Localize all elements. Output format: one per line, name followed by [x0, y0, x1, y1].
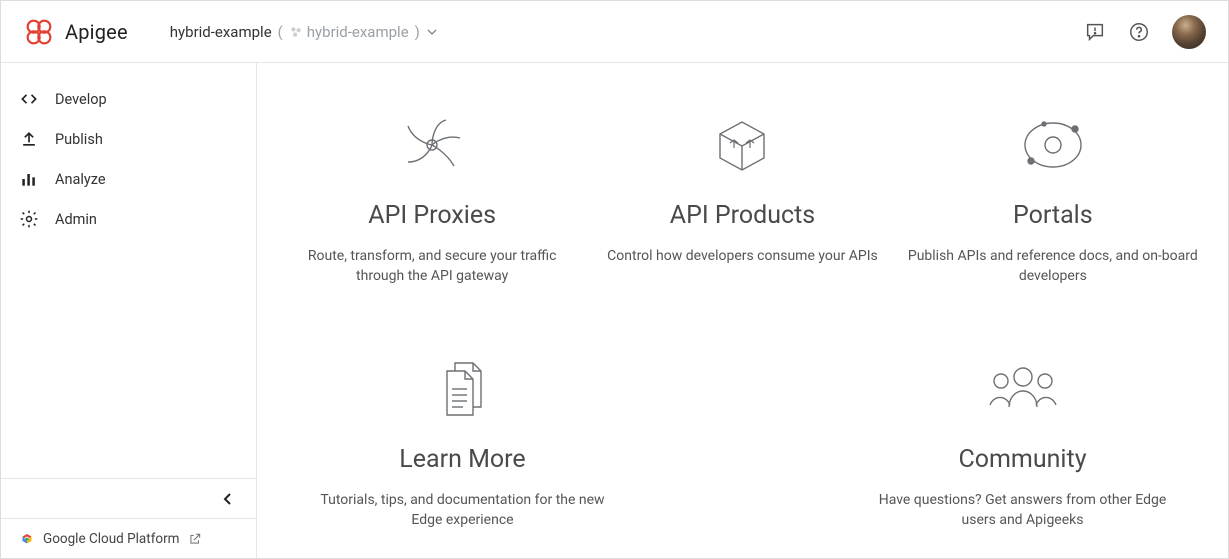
card-desc: Route, transform, and secure your traffi… — [282, 246, 582, 287]
orbit-icon — [903, 109, 1203, 181]
package-icon — [592, 109, 892, 181]
chevron-down-icon — [426, 26, 438, 38]
header-actions — [1084, 15, 1206, 49]
analytics-icon — [19, 169, 39, 189]
org-selector[interactable]: hybrid-example ( hybrid-example ) — [170, 23, 438, 41]
org-chip: hybrid-example — [289, 23, 409, 41]
apigee-logo-icon — [23, 16, 55, 48]
card-community[interactable]: Community Have questions? Get answers fr… — [873, 353, 1173, 531]
gcp-link[interactable]: Google Cloud Platform — [1, 518, 256, 558]
chevron-left-icon — [220, 491, 236, 507]
documents-icon — [313, 353, 613, 425]
card-title: Learn More — [313, 445, 613, 474]
logo[interactable]: Apigee — [23, 16, 128, 48]
sidebar-item-develop[interactable]: Develop — [1, 79, 256, 119]
sidebar-nav: Develop Publish Analyze — [1, 63, 256, 255]
app-window: Apigee hybrid-example ( hybrid-example ) — [0, 0, 1229, 559]
card-api-products[interactable]: API Products Control how developers cons… — [592, 109, 892, 287]
sidebar-item-label: Develop — [55, 91, 107, 108]
card-learn-more[interactable]: Learn More Tutorials, tips, and document… — [313, 353, 613, 531]
sidebar-item-label: Admin — [55, 211, 97, 228]
sidebar: Develop Publish Analyze — [1, 63, 257, 558]
org-chip-icon — [289, 25, 303, 39]
sidebar-item-publish[interactable]: Publish — [1, 119, 256, 159]
card-api-proxies[interactable]: API Proxies Route, transform, and secure… — [282, 109, 582, 287]
gcp-label: Google Cloud Platform — [43, 531, 180, 547]
card-portals[interactable]: Portals Publish APIs and reference docs,… — [903, 109, 1203, 287]
card-title: Portals — [903, 201, 1203, 230]
sidebar-item-label: Publish — [55, 131, 103, 148]
aperture-icon — [282, 109, 582, 181]
card-desc: Have questions? Get answers from other E… — [873, 490, 1173, 531]
sidebar-collapse-button[interactable] — [1, 478, 256, 518]
cards-row-2: Learn More Tutorials, tips, and document… — [277, 353, 1208, 531]
card-desc: Publish APIs and reference docs, and on-… — [903, 246, 1203, 287]
feedback-icon[interactable] — [1084, 21, 1106, 43]
body: Develop Publish Analyze — [1, 63, 1228, 558]
org-chip-label: hybrid-example — [307, 23, 409, 41]
avatar[interactable] — [1172, 15, 1206, 49]
publish-icon — [19, 129, 39, 149]
people-icon — [873, 353, 1173, 425]
code-icon — [19, 89, 39, 109]
card-title: API Products — [592, 201, 892, 230]
org-paren-close: ) — [415, 23, 420, 41]
card-title: Community — [873, 445, 1173, 474]
header: Apigee hybrid-example ( hybrid-example ) — [1, 1, 1228, 63]
brand-name: Apigee — [65, 20, 128, 44]
org-paren-open: ( — [278, 23, 283, 41]
external-link-icon — [188, 532, 202, 546]
cards-row-1: API Proxies Route, transform, and secure… — [277, 109, 1208, 287]
card-title: API Proxies — [282, 201, 582, 230]
sidebar-item-analyze[interactable]: Analyze — [1, 159, 256, 199]
card-desc: Tutorials, tips, and documentation for t… — [313, 490, 613, 531]
org-name: hybrid-example — [170, 23, 272, 41]
card-desc: Control how developers consume your APIs — [592, 246, 892, 266]
gear-icon — [19, 209, 39, 229]
sidebar-item-admin[interactable]: Admin — [1, 199, 256, 239]
help-icon[interactable] — [1128, 21, 1150, 43]
sidebar-item-label: Analyze — [55, 171, 106, 188]
main-content: API Proxies Route, transform, and secure… — [257, 63, 1228, 558]
gcp-logo-icon — [19, 531, 35, 547]
